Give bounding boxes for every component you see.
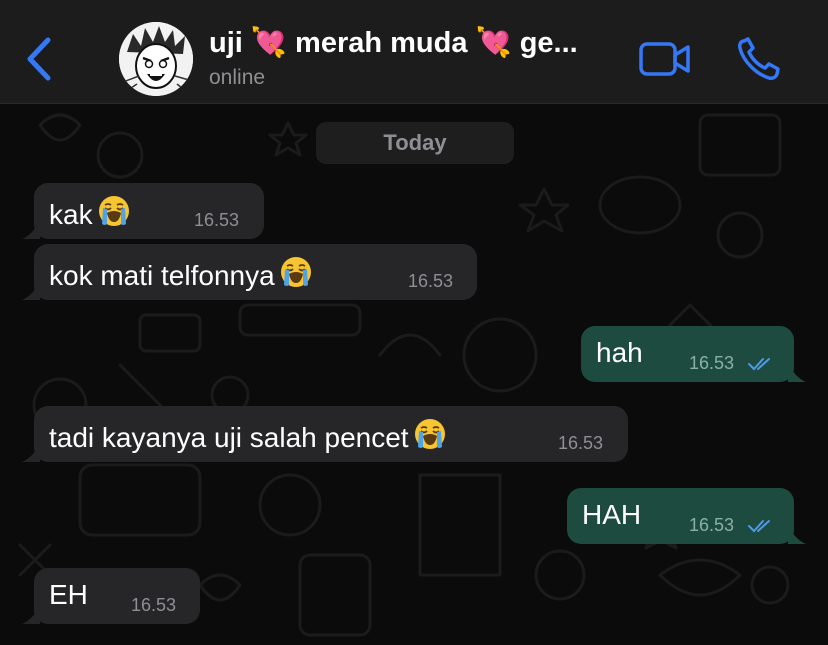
- bubble-tail: [22, 444, 40, 462]
- video-call-button[interactable]: [638, 39, 692, 79]
- back-button[interactable]: [20, 34, 60, 84]
- chat-title[interactable]: uji 💘 merah muda 💘 ge...: [209, 26, 629, 64]
- outgoing-message[interactable]: hah 16.53: [581, 326, 806, 382]
- message-time: 16.53: [408, 271, 454, 291]
- incoming-message[interactable]: kok mati telfonnya 16.53: [22, 244, 477, 300]
- incoming-message[interactable]: EH 16.53: [22, 568, 200, 624]
- message-time: 16.53: [689, 353, 735, 373]
- avatar-manga-image: [119, 22, 193, 96]
- phone-icon: [738, 37, 780, 80]
- bubble-tail: [788, 526, 806, 544]
- video-camera-icon: [639, 42, 690, 76]
- incoming-message[interactable]: kak 16.53: [22, 183, 264, 239]
- message-time: 16.53: [558, 433, 604, 453]
- voice-call-button[interactable]: [736, 36, 782, 82]
- bubble-tail: [22, 606, 40, 624]
- crying-face-emoji: [413, 417, 447, 458]
- message-time: 16.53: [131, 595, 177, 615]
- date-separator: Today: [316, 122, 514, 164]
- chevron-left-icon: [27, 37, 51, 81]
- message-text: hah: [596, 337, 643, 368]
- bubble-tail: [22, 221, 40, 239]
- message-time: 16.53: [194, 210, 240, 230]
- presence-status: online: [209, 66, 266, 89]
- crying-face-emoji: [279, 255, 313, 296]
- crying-face-emoji: [97, 194, 131, 235]
- bubble-tail: [22, 282, 40, 300]
- message-list[interactable]: Today kak 16.53 kok mati telfonnya 16.53…: [0, 105, 828, 645]
- message-text: kok mati telfonnya: [49, 255, 313, 296]
- outgoing-message[interactable]: HAH 16.53: [567, 488, 806, 544]
- message-text: tadi kayanya uji salah pencet: [49, 417, 447, 458]
- message-text: kak: [49, 194, 131, 235]
- avatar[interactable]: [119, 22, 193, 96]
- message-text: HAH: [582, 499, 642, 530]
- bubble-tail: [788, 364, 806, 382]
- chat-header: uji 💘 merah muda 💘 ge... online: [0, 0, 828, 104]
- incoming-message[interactable]: tadi kayanya uji salah pencet 16.53: [22, 406, 628, 462]
- message-time: 16.53: [689, 515, 735, 535]
- read-receipt-icon: [748, 520, 770, 533]
- message-text: EH: [49, 579, 88, 610]
- read-receipt-icon: [748, 358, 770, 371]
